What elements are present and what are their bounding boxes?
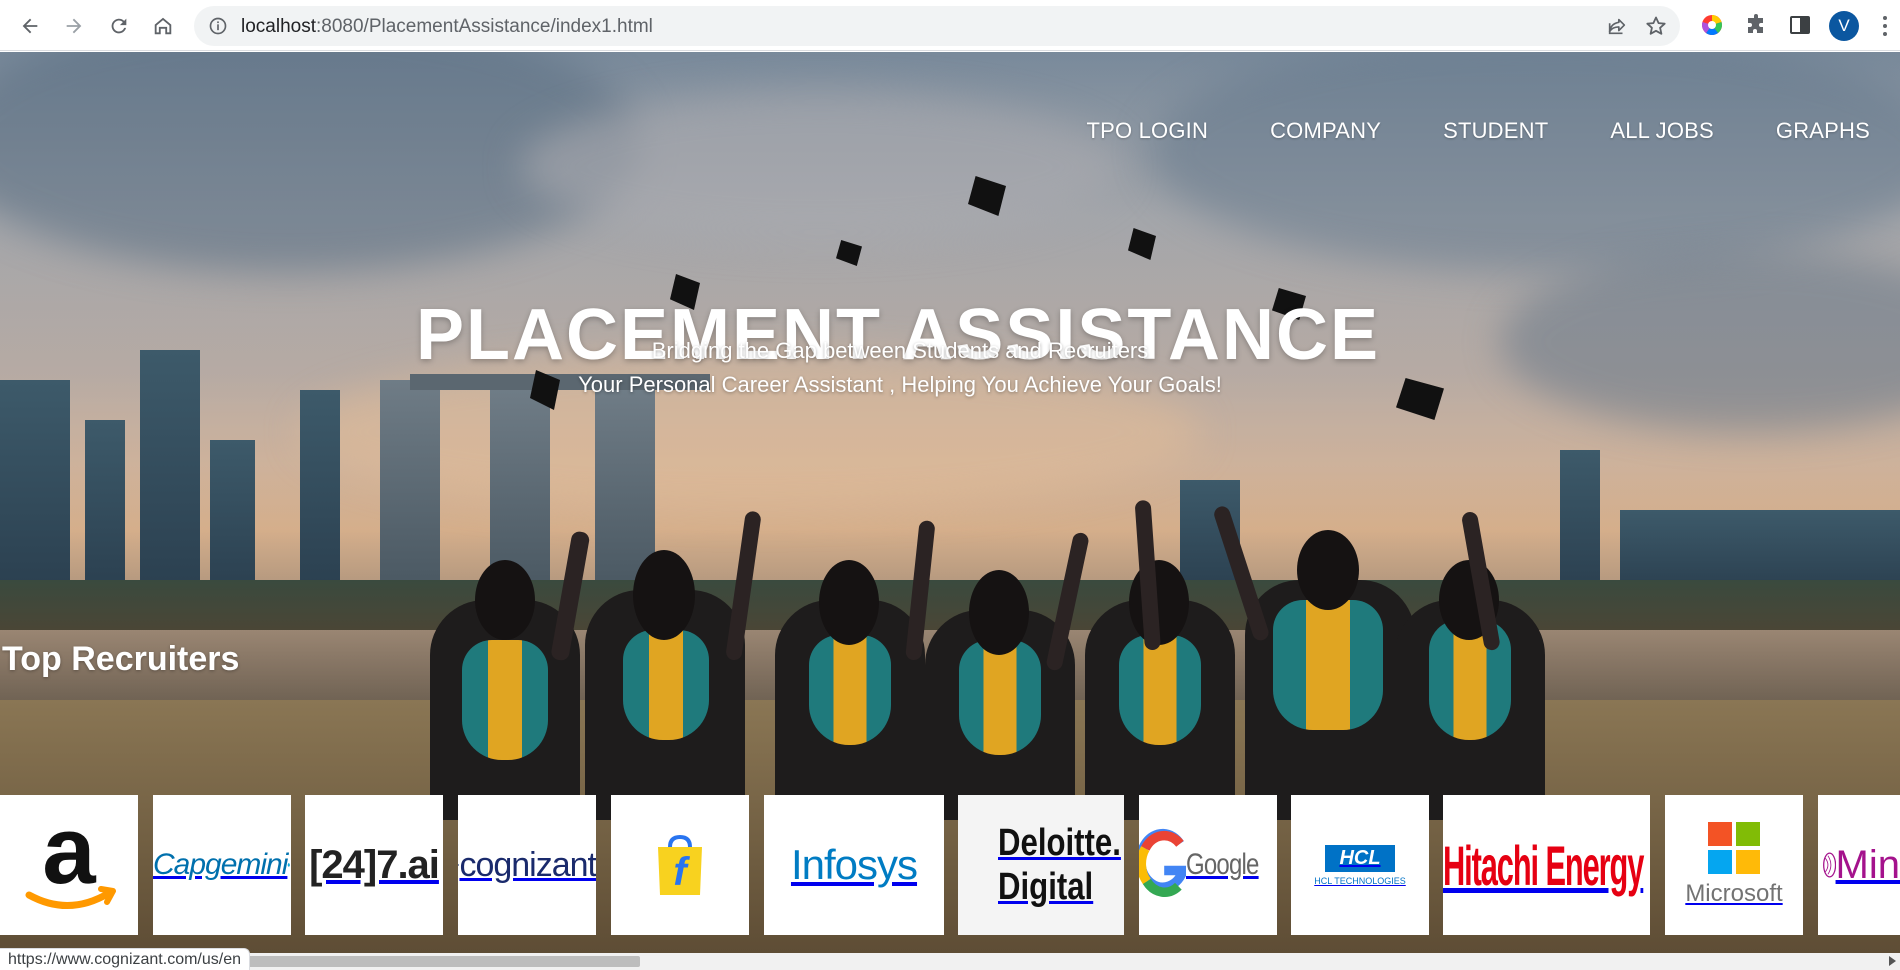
graduation-cap <box>836 240 862 266</box>
microsoft-wordmark: Microsoft <box>1685 880 1783 907</box>
hero-subtitle-1-text: Bridging the Gap between Students and Re… <box>651 338 1149 363</box>
building <box>210 440 255 590</box>
address-bar[interactable]: localhost:8080/PlacementAssistance/index… <box>194 6 1680 46</box>
home-button[interactable] <box>147 10 179 42</box>
graduate-figure <box>1212 500 1415 820</box>
bookmark-star-icon[interactable] <box>1644 14 1668 38</box>
flipkart-bag-icon: f <box>658 834 702 895</box>
graduate-figure <box>925 530 1090 820</box>
url-text[interactable]: localhost:8080/PlacementAssistance/index… <box>241 16 653 38</box>
nav-all-jobs[interactable]: ALL JOBS <box>1610 118 1714 144</box>
reload-icon <box>111 18 127 34</box>
scroll-right-arrow-icon[interactable] <box>1889 956 1896 966</box>
page-viewport: TPO LOGIN COMPANY STUDENT ALL JOBS GRAPH… <box>0 52 1900 970</box>
logo-hcl[interactable]: HCL HCL TECHNOLOGIES <box>1291 795 1429 935</box>
hero-subtitle-1: Bridging the Gap between Students and Re… <box>0 338 1900 364</box>
building <box>1620 510 1900 590</box>
logo-flipkart[interactable]: f <box>611 795 749 935</box>
link-status-bubble: https://www.cognizant.com/us/en <box>0 948 250 970</box>
graduate-figure <box>1395 510 1545 820</box>
graduation-cap <box>1128 228 1156 260</box>
cloud-shape <box>1150 52 1900 272</box>
logo-amazon[interactable]: a <box>0 795 138 935</box>
cognizant-wordmark: cognizant <box>459 845 596 884</box>
capgemini-wordmark: Capgemini <box>153 848 288 881</box>
graduate-figure <box>430 530 591 820</box>
google-wordmark: Google <box>1186 848 1259 881</box>
digital-wordmark: Digital <box>998 866 1094 908</box>
main-nav: TPO LOGIN COMPANY STUDENT ALL JOBS GRAPH… <box>1024 118 1870 144</box>
logo-cognizant[interactable]: cognizant <box>458 795 596 935</box>
logo-hitachi-energy[interactable]: Hitachi Energy <box>1443 795 1650 935</box>
back-icon <box>22 18 38 34</box>
horizontal-scrollbar[interactable] <box>0 953 1900 970</box>
logo-capgemini[interactable]: Capgemini <box>153 795 291 935</box>
forward-icon <box>66 18 82 34</box>
graduate-figure <box>585 510 762 820</box>
building <box>300 390 340 590</box>
kebab-menu-icon[interactable] <box>1883 14 1887 38</box>
google-g-icon <box>1139 828 1187 897</box>
mindtree-mark-icon <box>1823 852 1836 878</box>
logo-infosys[interactable]: Infosys <box>764 795 944 935</box>
hcl-technologies-text: HCL TECHNOLOGIES <box>1314 875 1406 886</box>
cloud-shape <box>520 92 1120 242</box>
hcl-badge: HCL <box>1325 844 1395 872</box>
amazon-letter: a <box>42 805 96 904</box>
logo-google[interactable]: Google <box>1139 795 1277 935</box>
building <box>1560 450 1600 590</box>
browser-toolbar: localhost:8080/PlacementAssistance/index… <box>0 0 1900 51</box>
graduate-figure <box>775 519 936 820</box>
reload-button[interactable] <box>103 10 135 42</box>
side-panel-icon[interactable] <box>1788 13 1812 37</box>
nav-student[interactable]: STUDENT <box>1443 118 1548 144</box>
back-button[interactable] <box>14 10 46 42</box>
color-extension-icon[interactable] <box>1700 13 1724 37</box>
nav-company[interactable]: COMPANY <box>1270 118 1381 144</box>
amazon-logo: a <box>25 805 116 909</box>
graduate-figure <box>1085 499 1235 820</box>
logo-mindtree[interactable]: Min <box>1818 795 1900 935</box>
puzzle-extensions-icon[interactable] <box>1744 13 1768 37</box>
hero-subtitle-2: Your Personal Career Assistant , Helping… <box>0 372 1900 398</box>
mindtree-wordmark: Min <box>1835 842 1900 887</box>
url-path: :8080/PlacementAssistance/index1.html <box>316 16 653 37</box>
nav-graphs[interactable]: GRAPHS <box>1776 118 1870 144</box>
url-host: localhost <box>241 16 316 37</box>
share-icon[interactable] <box>1606 15 1628 37</box>
building <box>85 420 125 590</box>
microsoft-squares-icon <box>1708 822 1760 874</box>
site-info-icon[interactable] <box>208 16 228 36</box>
deloitte-wordmark: Deloitte. <box>998 822 1121 864</box>
hero-subtitle-2-text: Your Personal Career Assistant , Helping… <box>578 372 1222 397</box>
building <box>0 380 70 590</box>
home-icon <box>154 17 172 35</box>
logo-deloitte-digital[interactable]: Deloitte. Digital <box>958 795 1124 935</box>
forward-button[interactable] <box>58 10 90 42</box>
capgemini-spade-icon <box>288 862 291 867</box>
nav-tpo-login[interactable]: TPO LOGIN <box>1086 118 1208 144</box>
logo-microsoft[interactable]: Microsoft <box>1665 795 1803 935</box>
247ai-wordmark: [24]7.ai <box>309 842 440 887</box>
hitachi-wordmark: Hitachi Energy <box>1443 833 1644 897</box>
profile-avatar[interactable]: V <box>1829 11 1859 41</box>
top-recruiters-heading: Top Recruiters <box>2 640 240 678</box>
logo-247ai[interactable]: [24]7.ai <box>305 795 443 935</box>
infosys-wordmark: Infosys <box>790 841 918 888</box>
